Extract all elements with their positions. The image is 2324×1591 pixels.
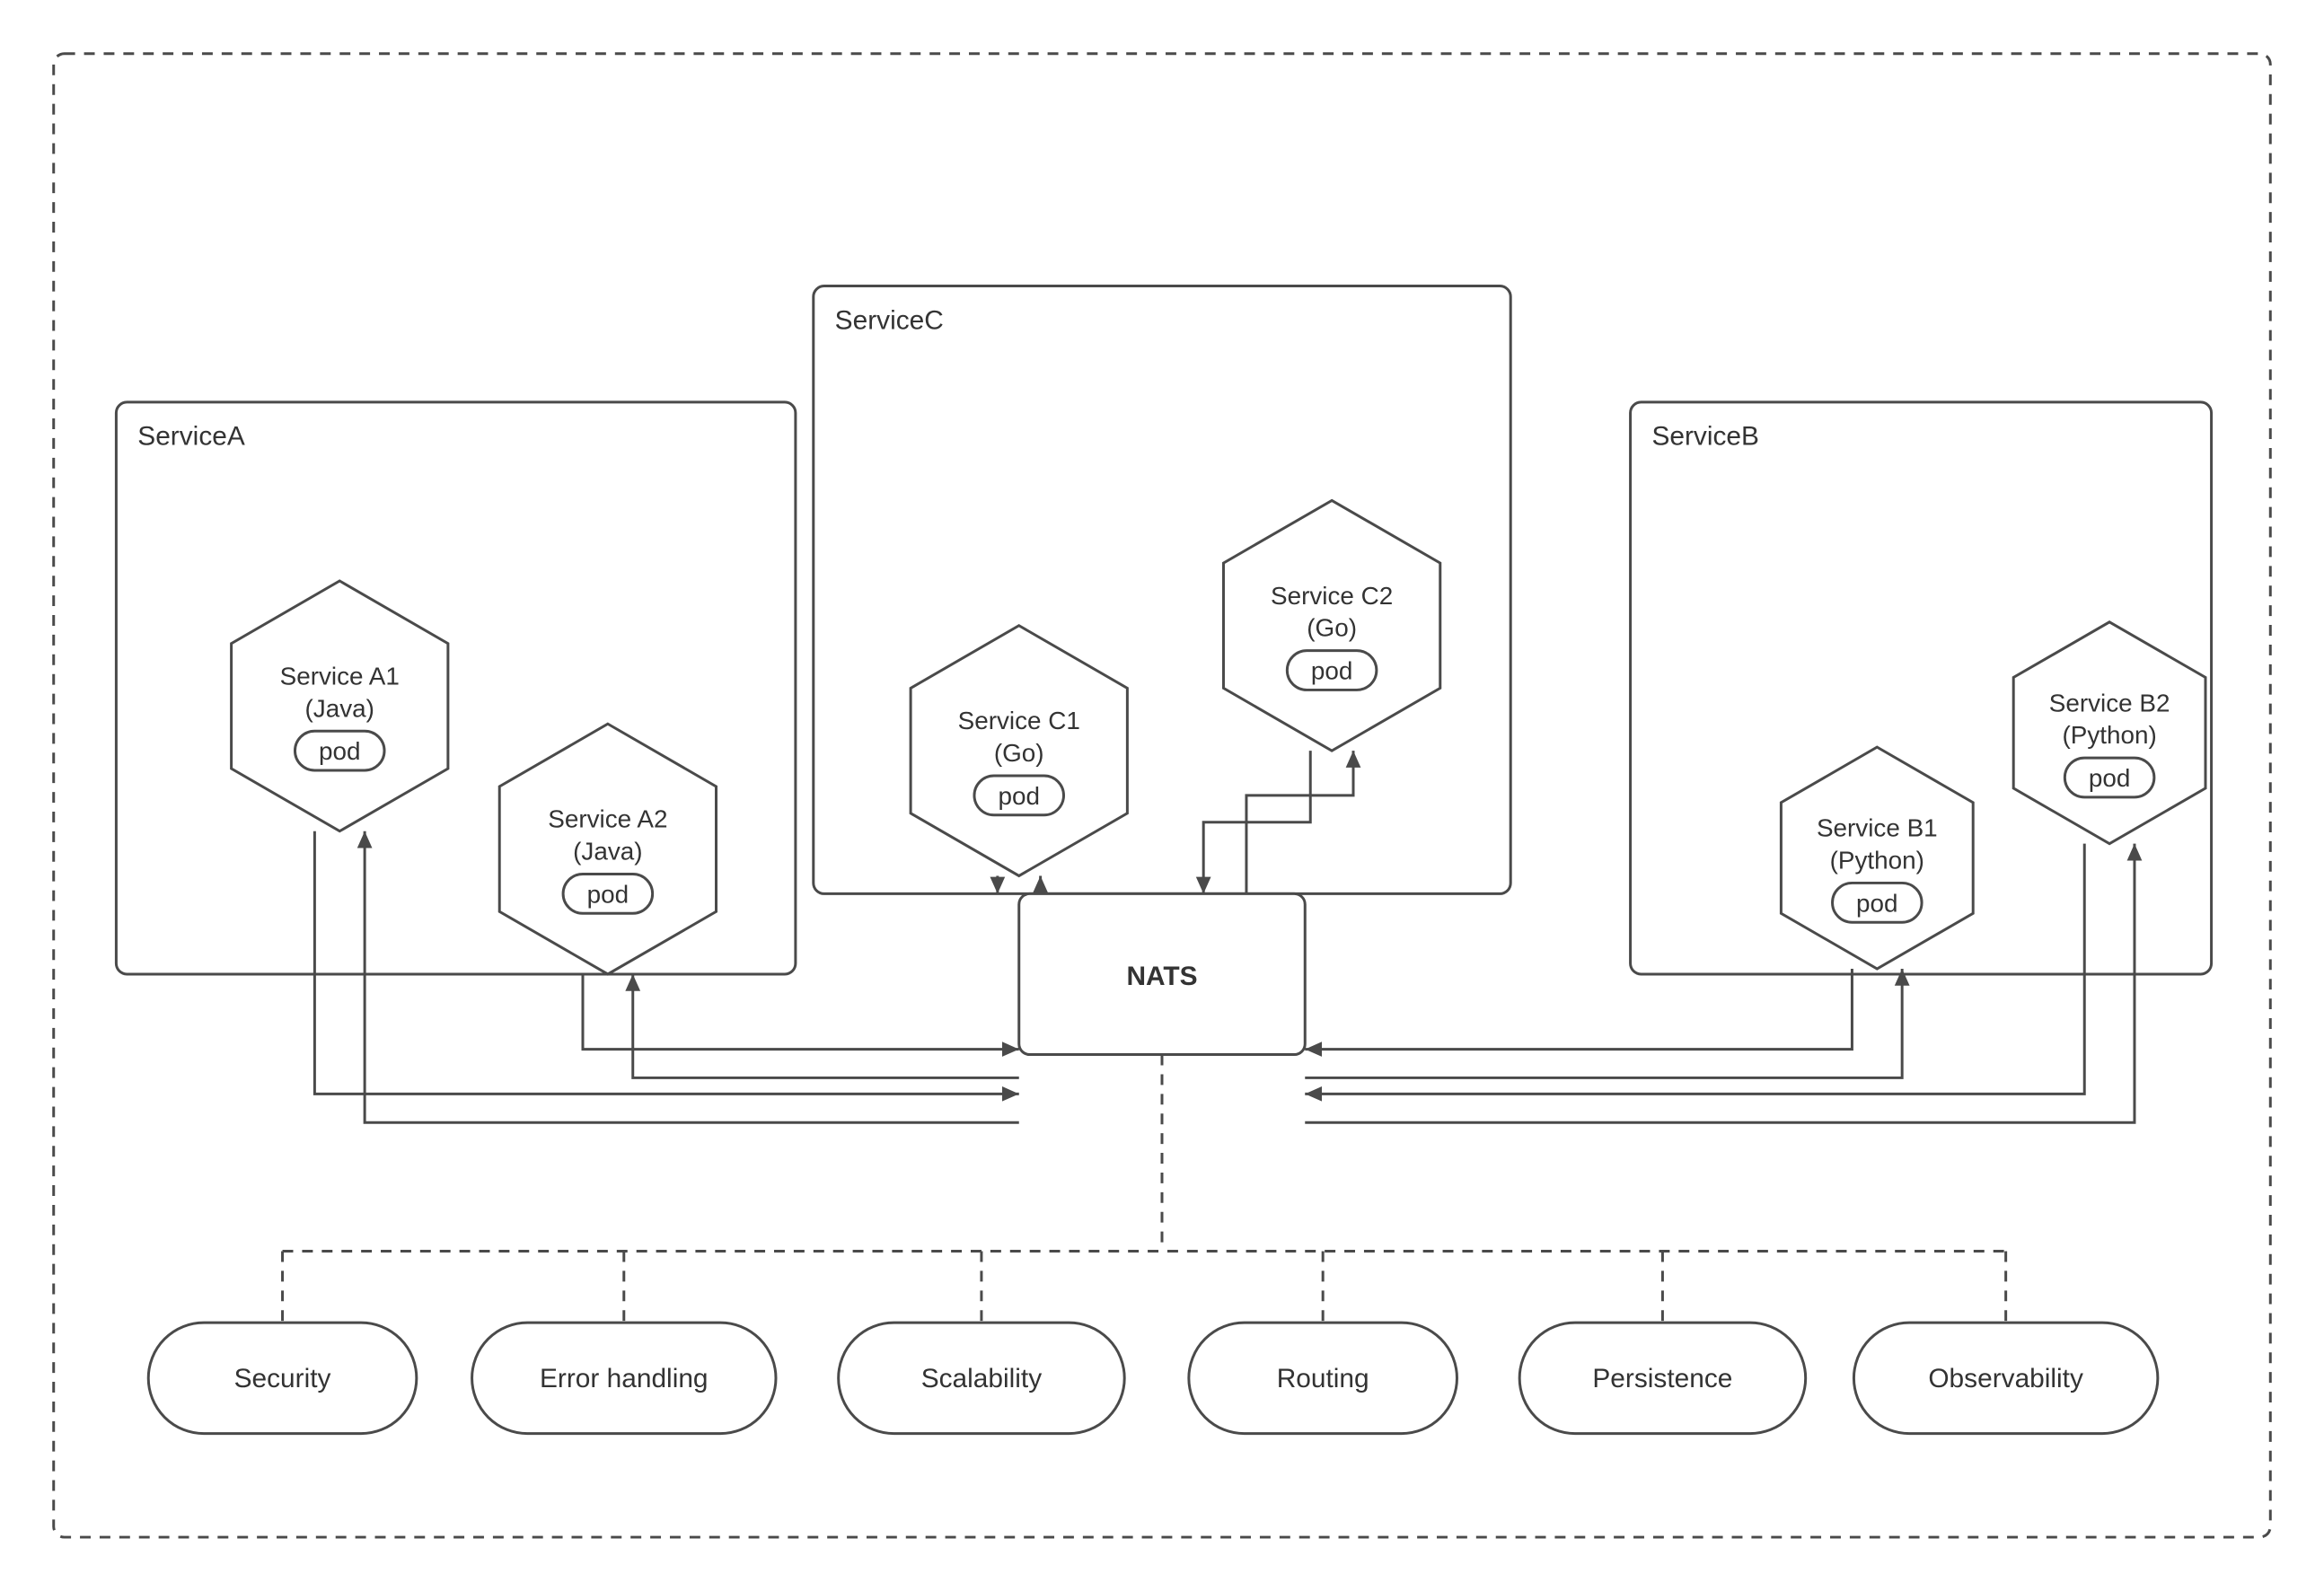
service-B1-name: Service B1	[1817, 814, 1938, 842]
service-B1-lang: (Python)	[1830, 847, 1924, 875]
capability-5-label: Observability	[1928, 1364, 2083, 1393]
service-C2-name: Service C2	[1271, 582, 1393, 610]
edge-A2-out	[583, 974, 1019, 1050]
capability-2-label: Scalability	[921, 1364, 1042, 1393]
service-B1-pod-label: pod	[1856, 889, 1897, 917]
service-C2-pod-label: pod	[1311, 656, 1352, 684]
service-B2-name: Service B2	[2049, 689, 2170, 716]
service-A2-pod-label: pod	[587, 880, 629, 908]
architecture-diagram: ServiceA ServiceC ServiceB NATS Service A1 (J…	[0, 0, 2324, 1591]
service-C1-pod-label: pod	[998, 782, 1039, 810]
service-A1-name: Service A1	[280, 662, 400, 690]
capability-1-label: Error handling	[540, 1364, 709, 1393]
service-C1-lang: (Go)	[994, 739, 1044, 767]
edge-A2-in	[633, 974, 1019, 1077]
capability-0-label: Security	[234, 1364, 331, 1393]
service-A1-pod-label: pod	[319, 737, 360, 765]
edge-B1-in	[1305, 969, 1902, 1077]
group-B-title: ServiceB	[1651, 422, 1758, 452]
capability-3-label: Routing	[1277, 1364, 1369, 1393]
service-A2-name: Service A2	[548, 805, 667, 833]
service-A2-lang: (Java)	[573, 838, 642, 866]
hub-label: NATS	[1126, 962, 1197, 991]
service-B2-pod-label: pod	[2089, 764, 2130, 792]
group-A-title: ServiceA	[137, 422, 245, 452]
service-C2-lang: (Go)	[1307, 614, 1357, 642]
service-B2-lang: (Python)	[2062, 721, 2156, 749]
service-C1-name: Service C1	[958, 707, 1080, 734]
group-C-title: ServiceC	[835, 305, 944, 335]
edge-B1-out	[1305, 969, 1852, 1050]
capability-4-label: Persistence	[1592, 1364, 1732, 1393]
service-A1-lang: (Java)	[305, 694, 374, 722]
